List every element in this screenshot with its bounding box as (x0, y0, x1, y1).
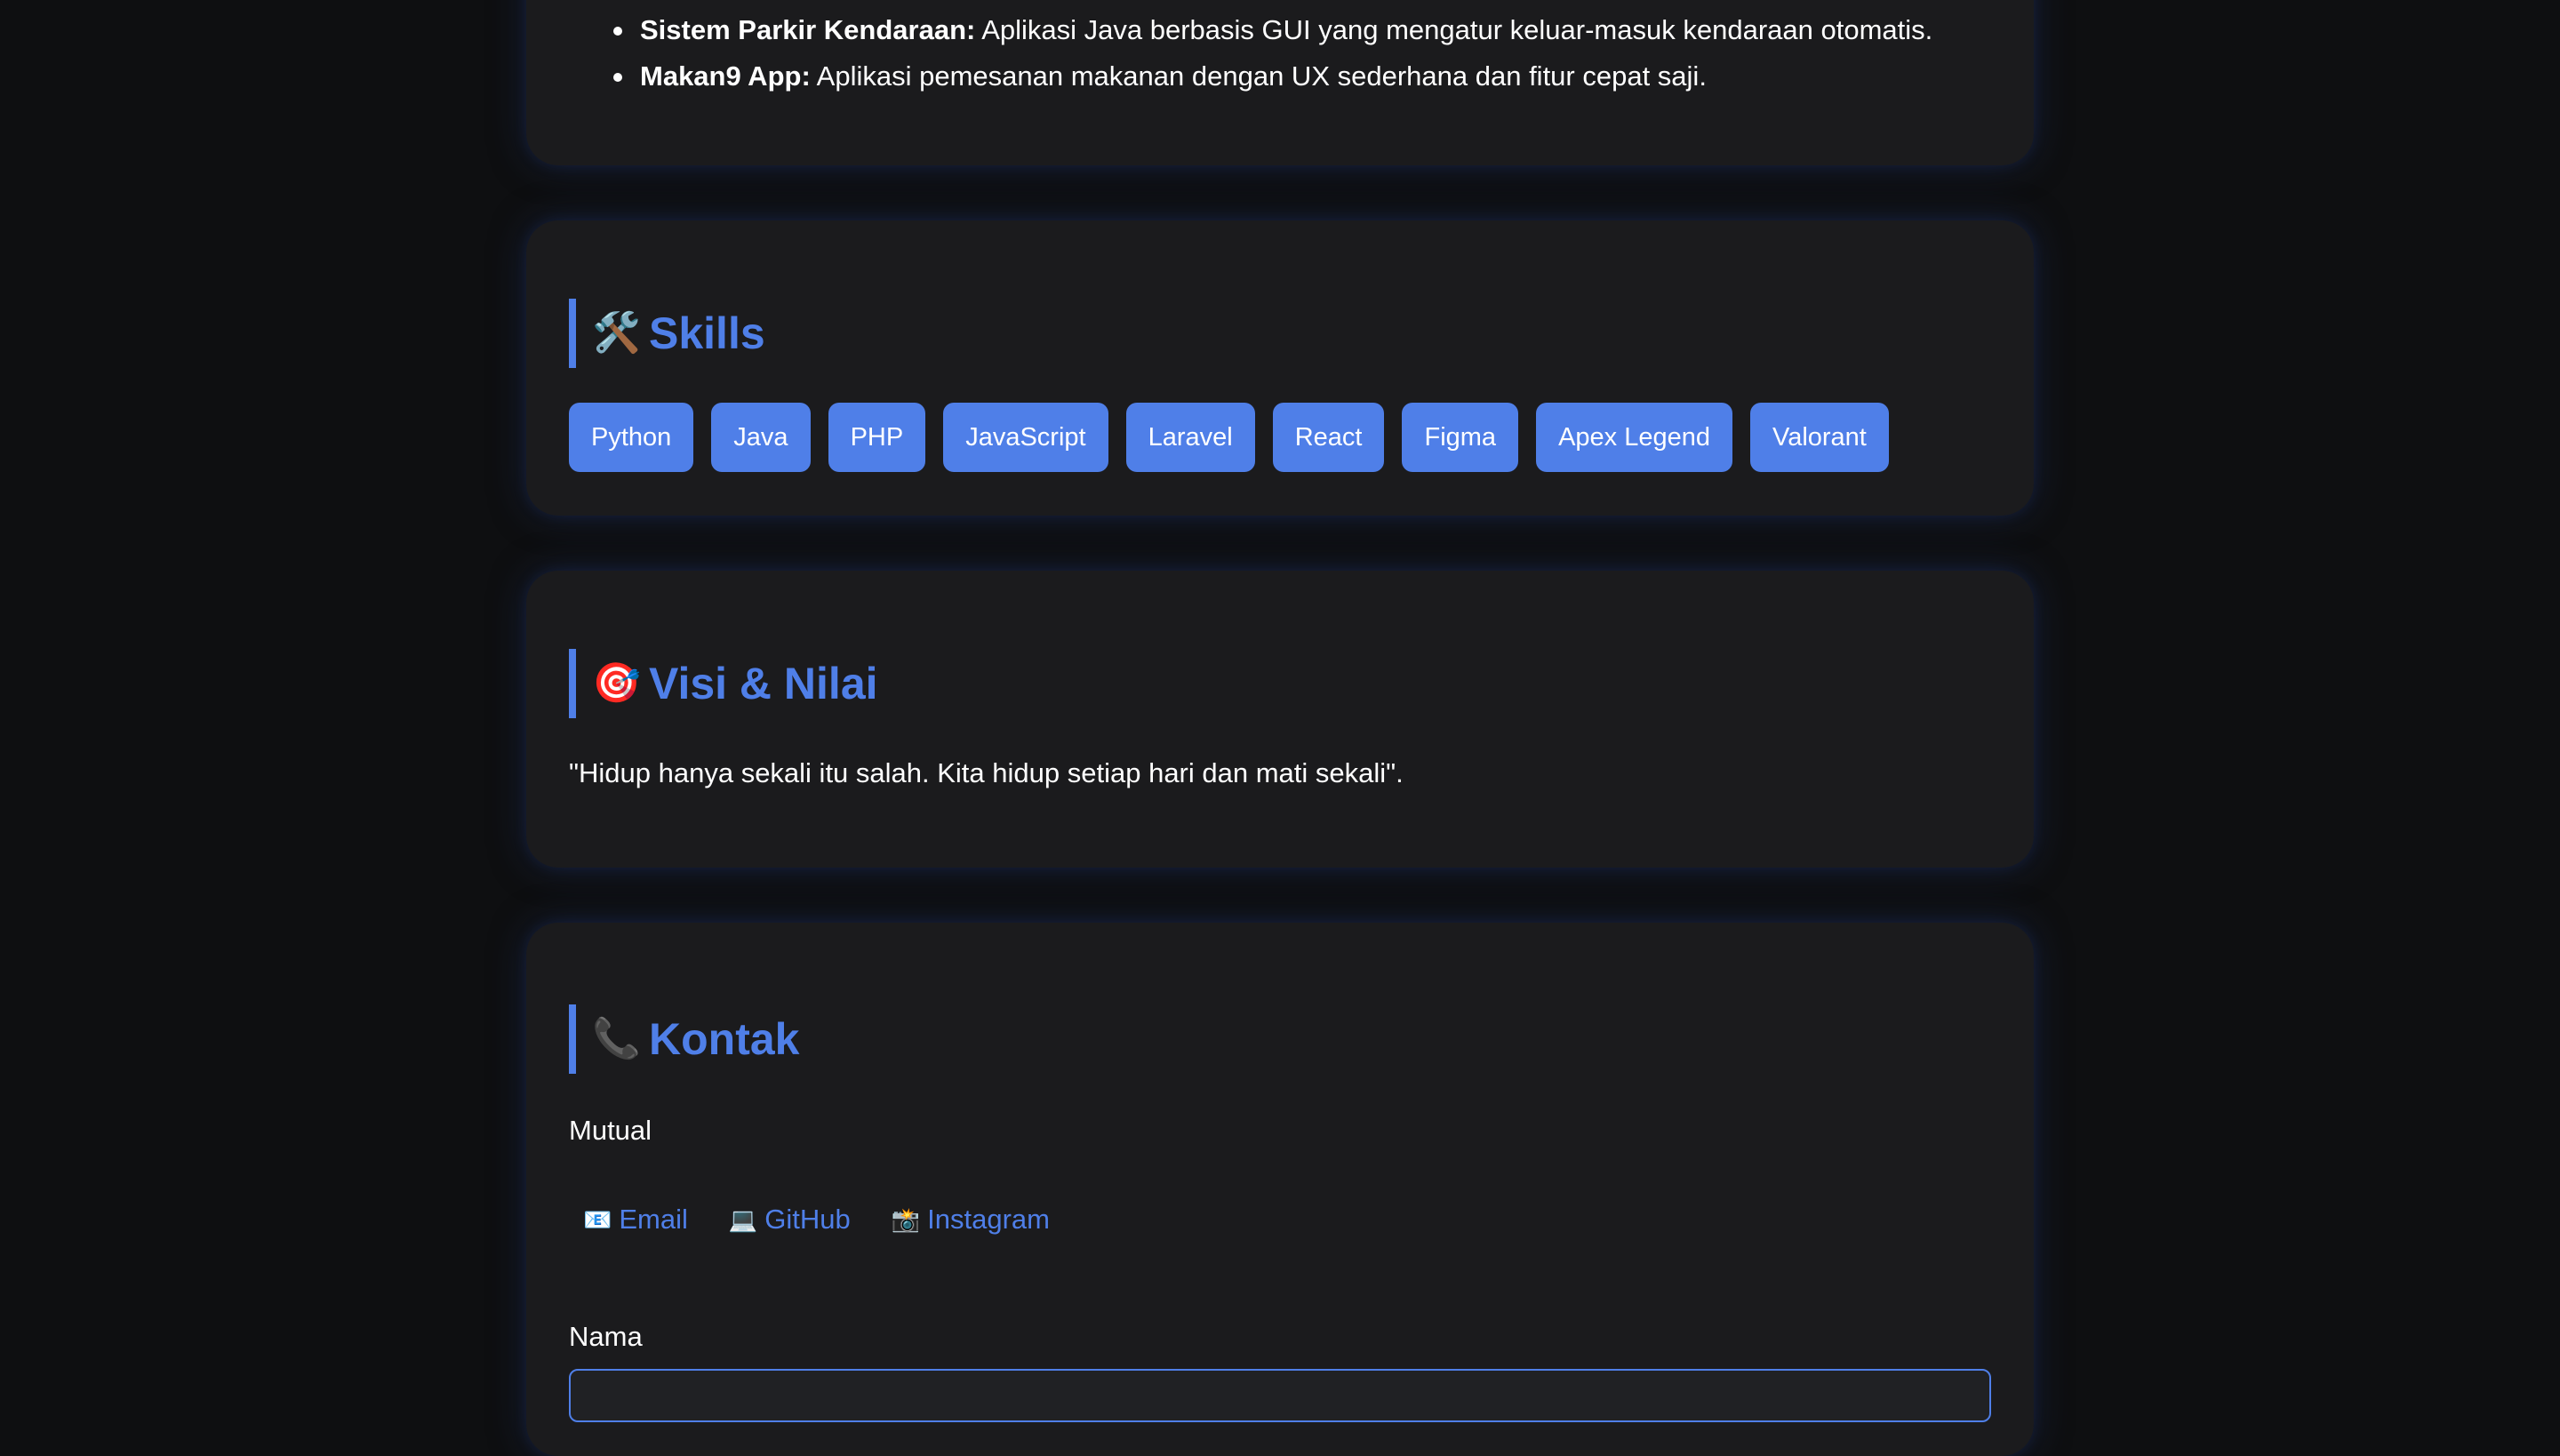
project-description: Aplikasi Java berbasis GUI yang mengatur… (975, 14, 1933, 45)
list-item: Sistem Parkir Kendaraan: Aplikasi Java b… (612, 7, 1933, 53)
skill-tag-apex-legend: Apex Legend (1536, 403, 1732, 472)
visi-heading: 🎯 Visi & Nilai (569, 649, 878, 718)
kontak-title: Kontak (649, 1014, 800, 1064)
email-link-label: Email (619, 1204, 688, 1235)
mutual-label: Mutual (569, 1115, 652, 1146)
projects-list: Sistem Parkir Kendaraan: Aplikasi Java b… (612, 7, 1933, 100)
list-item: Makan9 App: Aplikasi pemesanan makanan d… (612, 53, 1932, 100)
skill-tag-valorant: Valorant (1750, 403, 1889, 472)
skill-tag-python: Python (569, 403, 694, 472)
skills-title: Skills (649, 308, 765, 358)
skill-tag-figma: Figma (1402, 403, 1519, 472)
email-link[interactable]: 📧 Email (583, 1204, 688, 1236)
skills-heading: 🛠️ Skills (569, 299, 765, 368)
skill-tags: Python Java PHP JavaScript Laravel React… (569, 403, 1889, 472)
instagram-link[interactable]: 📸 Instagram (892, 1204, 1050, 1236)
laptop-icon: 💻 (728, 1205, 758, 1233)
tools-icon: 🛠️ (592, 311, 641, 355)
nama-input[interactable] (569, 1369, 1991, 1422)
phone-icon: 📞 (592, 1017, 641, 1060)
skill-tag-javascript: JavaScript (943, 403, 1108, 472)
skill-tag-php: PHP (828, 403, 926, 472)
camera-icon: 📸 (891, 1205, 921, 1233)
contact-links: 📧 Email 💻 GitHub 📸 Instagram (583, 1204, 1050, 1236)
nama-label: Nama (569, 1321, 643, 1352)
project-description: Aplikasi pemesanan makanan dengan UX sed… (810, 60, 1707, 92)
target-icon: 🎯 (592, 661, 641, 705)
visi-card (526, 571, 2034, 868)
skill-tag-laravel: Laravel (1125, 403, 1255, 472)
visi-title: Visi & Nilai (649, 659, 878, 708)
project-name: Sistem Parkir Kendaraan: (640, 14, 976, 45)
project-name: Makan9 App: (640, 60, 811, 92)
email-icon: 📧 (583, 1205, 612, 1233)
skill-tag-react: React (1272, 403, 1385, 472)
skill-tag-java: Java (711, 403, 811, 472)
github-link-label: GitHub (764, 1204, 851, 1235)
kontak-heading: 📞 Kontak (569, 1004, 799, 1074)
instagram-link-label: Instagram (927, 1204, 1050, 1235)
github-link[interactable]: 💻 GitHub (729, 1204, 851, 1236)
visi-quote: "Hidup hanya sekali itu salah. Kita hidu… (569, 757, 1404, 788)
